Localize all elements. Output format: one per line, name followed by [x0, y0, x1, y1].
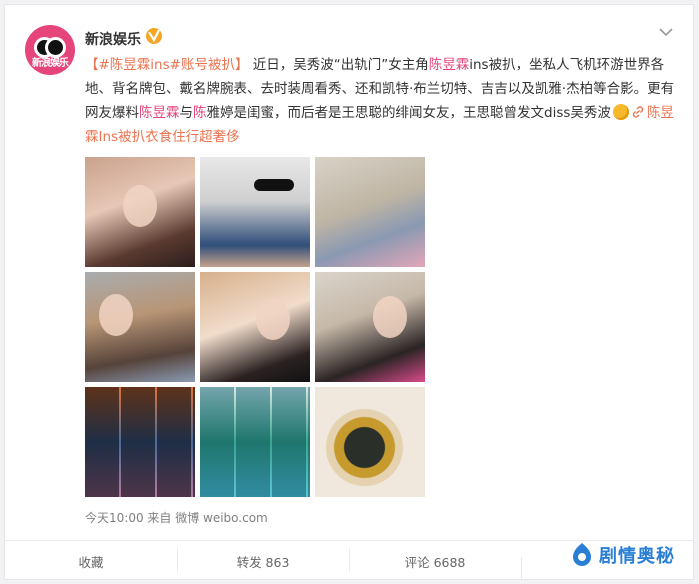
mention-name-3[interactable]: 陈	[193, 105, 207, 121]
mention-name-2[interactable]: 陈昱霖	[139, 105, 180, 121]
repost-button[interactable]: 转发 863	[177, 547, 349, 572]
post-text-part-1: 近日，吴秀波“出轨门”女主角	[248, 57, 429, 73]
favorite-button[interactable]: 收藏	[5, 552, 177, 571]
photo-9[interactable]	[315, 387, 425, 497]
photo-6[interactable]	[315, 272, 425, 382]
photo-5[interactable]	[200, 272, 310, 382]
photo-8[interactable]	[200, 387, 310, 497]
watermark: 剧情奥秘	[571, 542, 675, 568]
photo-3[interactable]	[315, 157, 425, 267]
photo-4[interactable]	[85, 272, 195, 382]
mention-name-1[interactable]: 陈昱霖	[429, 57, 470, 73]
emoji-icon	[612, 104, 629, 120]
comment-button[interactable]: 评论 6688	[349, 547, 521, 572]
post-text-part-4: 雅婷是闺蜜，而后者是王思聪的绯闻女友，王思聪曾发文diss吴秀波	[206, 105, 611, 121]
photo-2[interactable]	[200, 157, 310, 267]
username[interactable]: 新浪娱乐	[85, 29, 141, 49]
chevron-down-icon[interactable]	[659, 27, 673, 37]
avatar[interactable]: 新浪娱乐	[25, 25, 75, 75]
photo-7[interactable]	[85, 387, 195, 497]
watermark-text: 剧情奥秘	[599, 546, 675, 567]
avatar-logo-text: 新浪娱乐	[32, 58, 69, 69]
post-text-part-3: 与	[179, 105, 194, 121]
post-meta: 今天10:00 来自 微博 weibo.com	[85, 511, 268, 525]
topic-tag[interactable]: 【#陈昱霖ins#账号被扒】	[85, 57, 248, 73]
weibo-post-card: 新浪娱乐 新浪娱乐 【#陈昱霖ins#账号被扒】 近日，吴秀波“出轨门”女主角陈…	[4, 4, 694, 581]
post-text: 【#陈昱霖ins#账号被扒】 近日，吴秀波“出轨门”女主角陈昱霖ins被扒，坐私…	[85, 53, 675, 149]
photo-1[interactable]	[85, 157, 195, 267]
watermark-logo-icon	[573, 543, 591, 566]
photo-grid	[85, 157, 425, 497]
link-icon	[632, 106, 644, 118]
verified-icon	[146, 28, 162, 44]
